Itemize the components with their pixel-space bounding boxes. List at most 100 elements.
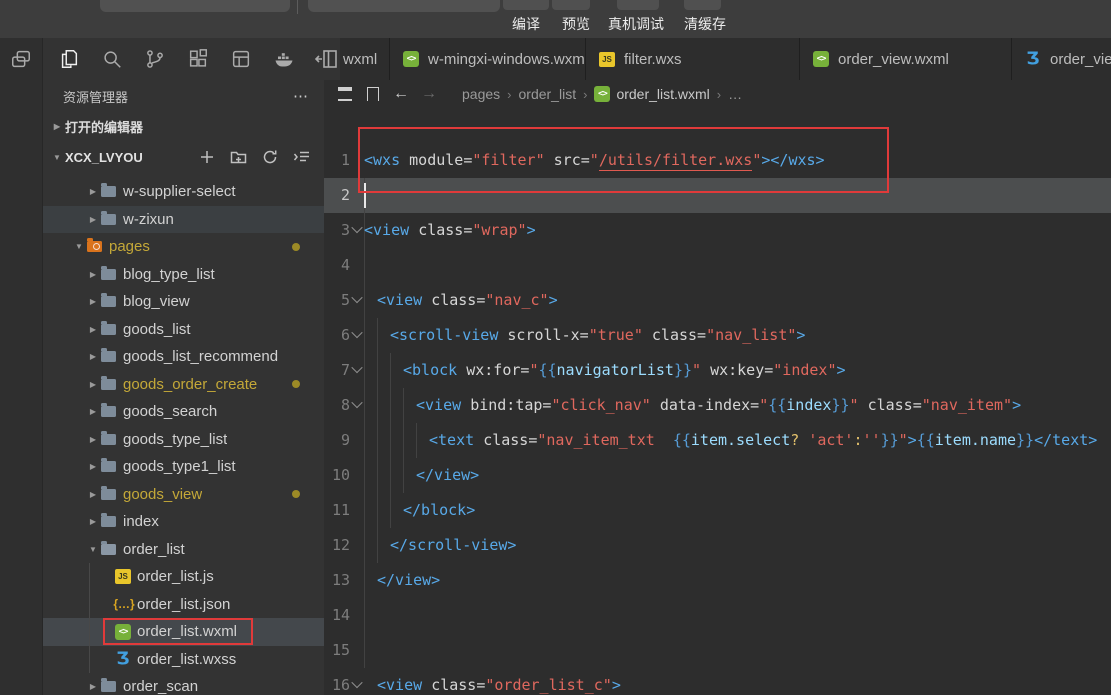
new-folder-icon[interactable] (230, 149, 247, 165)
fold-chevron-icon[interactable] (351, 396, 362, 407)
fold-chevron-icon[interactable] (351, 291, 362, 302)
tab-order_view.[interactable]: Ʒorder_view. (1012, 38, 1111, 80)
chevron-right-icon[interactable]: ▶ (85, 215, 101, 224)
navigate-forward-icon: → (420, 85, 438, 103)
tree-item-label: order_scan (123, 678, 198, 695)
tree-item-order_list.json[interactable]: {…}order_list.json (43, 591, 324, 619)
tree-item-blog_view[interactable]: ▶blog_view (43, 288, 324, 316)
chevron-right-icon[interactable]: ▶ (49, 122, 65, 131)
chevron-right-icon[interactable]: ▶ (85, 462, 101, 471)
tree-item-w-supplier-select[interactable]: ▶w-supplier-select (43, 178, 324, 206)
source-control-icon[interactable] (143, 47, 167, 71)
chevron-down-icon[interactable]: ▼ (85, 545, 101, 554)
sidebar-more-icon[interactable]: ⋯ (293, 87, 310, 105)
tree-item-goods_list_recommend[interactable]: ▶goods_list_recommend (43, 343, 324, 371)
tree-item-order_list.wxss[interactable]: Ʒorder_list.wxss (43, 646, 324, 674)
search-icon[interactable] (100, 47, 124, 71)
docker-icon[interactable] (272, 47, 296, 71)
json-file-icon: {…} (115, 597, 133, 611)
chevron-right-icon[interactable]: ▶ (85, 187, 101, 196)
toolbar-action-0[interactable]: 编译 (512, 14, 540, 34)
fold-chevron-icon[interactable] (351, 326, 362, 337)
breadcrumb-item-0[interactable]: pages (462, 86, 500, 102)
chevron-right-icon[interactable]: ▶ (85, 325, 101, 334)
token-pl (474, 431, 483, 449)
code-editor[interactable]: 1<wxs module="filter" src="/utils/filter… (324, 108, 1111, 695)
tab-filter.wxs[interactable]: JSfilter.wxs (586, 38, 800, 80)
breadcrumb-item-3[interactable]: … (728, 86, 742, 102)
tab-wxml[interactable]: wxml (340, 38, 390, 80)
navigate-back-icon[interactable]: ← (392, 85, 410, 103)
tree-item-goods_list[interactable]: ▶goods_list (43, 316, 324, 344)
toolbar-dropdown-clipped[interactable] (100, 0, 290, 12)
breadcrumb-item-2[interactable]: <>order_list.wxml (594, 86, 709, 102)
fold-column (350, 563, 364, 598)
toolbar-action-1[interactable]: 预览 (562, 14, 590, 34)
line-number: 12 (324, 528, 350, 563)
compile-button-top[interactable] (503, 0, 549, 10)
line-number: 5 (324, 283, 350, 318)
toolbar-action-2[interactable]: 真机调试 (608, 14, 664, 34)
code-line-16: 16<view class="order_list_c"> (324, 668, 1111, 695)
tree-item-label: blog_type_list (123, 266, 215, 283)
tree-item-goods_type_list[interactable]: ▶goods_type_list (43, 426, 324, 454)
fold-chevron-icon[interactable] (351, 361, 362, 372)
simulator-toggle-icon[interactable] (9, 47, 33, 71)
tree-item-goods_type1_list[interactable]: ▶goods_type1_list (43, 453, 324, 481)
token-pl (461, 396, 470, 414)
chevron-right-icon[interactable]: ▶ (85, 297, 101, 306)
fold-chevron-icon[interactable] (351, 676, 362, 687)
remote-debug-button-top[interactable] (617, 0, 659, 10)
outline-list-icon[interactable] (336, 85, 354, 103)
tree-item-index[interactable]: ▶index (43, 508, 324, 536)
project-label: XCX_LVYOU (65, 150, 143, 165)
chevron-down-icon[interactable]: ▼ (71, 242, 87, 251)
files-explorer-icon[interactable] (57, 47, 81, 71)
chevron-right-icon[interactable]: ▶ (85, 517, 101, 526)
tree-item-order_scan[interactable]: ▶ order_scan (43, 673, 324, 695)
fold-chevron-icon[interactable] (351, 221, 362, 232)
preview-file-icon[interactable] (229, 47, 253, 71)
preview-button-top[interactable] (552, 0, 590, 10)
token-st: '' (863, 431, 881, 449)
chevron-right-icon[interactable]: ▶ (85, 490, 101, 499)
chevron-right-icon[interactable]: ▶ (85, 682, 101, 691)
project-section[interactable]: ▼ XCX_LVYOU (43, 140, 324, 174)
chevron-right-icon[interactable]: ▶ (85, 270, 101, 279)
tree-item-order_list.wxml[interactable]: <>order_list.wxml (43, 618, 324, 646)
breadcrumb-item-1[interactable]: order_list (519, 86, 577, 102)
tree-item-order_list.js[interactable]: JSorder_list.js (43, 563, 324, 591)
folder-icon (101, 214, 116, 225)
wxml-file-icon: <> (115, 624, 131, 640)
tree-item-goods_search[interactable]: ▶goods_search (43, 398, 324, 426)
token-br: {{ (538, 361, 556, 379)
tree-item-pages[interactable]: ▼pages (43, 233, 324, 261)
tree-item-goods_order_create[interactable]: ▶goods_order_create (43, 371, 324, 399)
bookmark-icon[interactable] (364, 85, 382, 103)
tree-item-order_list[interactable]: ▼order_list (43, 536, 324, 564)
chevron-right-icon[interactable]: ▶ (85, 407, 101, 416)
toolbar-action-3[interactable]: 清缓存 (684, 14, 726, 34)
tree-item-goods_view[interactable]: ▶goods_view (43, 481, 324, 509)
token-at: data-index= (660, 396, 759, 414)
extensions-icon[interactable] (186, 47, 210, 71)
chevron-right-icon[interactable]: ▶ (85, 352, 101, 361)
chevron-right-icon[interactable]: ▶ (85, 380, 101, 389)
tree-item-w-zixun[interactable]: ▶w-zixun (43, 206, 324, 234)
token-pl (545, 151, 554, 169)
modified-dot (292, 380, 300, 388)
folder-icon (101, 269, 116, 280)
collapse-all-icon[interactable] (293, 149, 310, 165)
refresh-icon[interactable] (262, 149, 278, 165)
tab-order_view.wxml[interactable]: <>order_view.wxml (800, 38, 1012, 80)
tree-item-blog_type_list[interactable]: ▶ blog_type_list (43, 261, 324, 289)
chevron-down-icon[interactable]: ▼ (49, 153, 65, 162)
tab-w-mingxi-windows.wxml[interactable]: <>w-mingxi-windows.wxml (390, 38, 586, 80)
clear-cache-button-top[interactable] (684, 0, 721, 10)
toolbar-input-clipped[interactable] (308, 0, 500, 12)
chevron-right-icon[interactable]: ▶ (85, 435, 101, 444)
new-file-icon[interactable] (199, 149, 215, 165)
token-st: " (759, 396, 768, 414)
open-editors-section[interactable]: ▶ 打开的编辑器 (43, 112, 324, 140)
split-editor-toggle-icon[interactable] (315, 47, 339, 71)
